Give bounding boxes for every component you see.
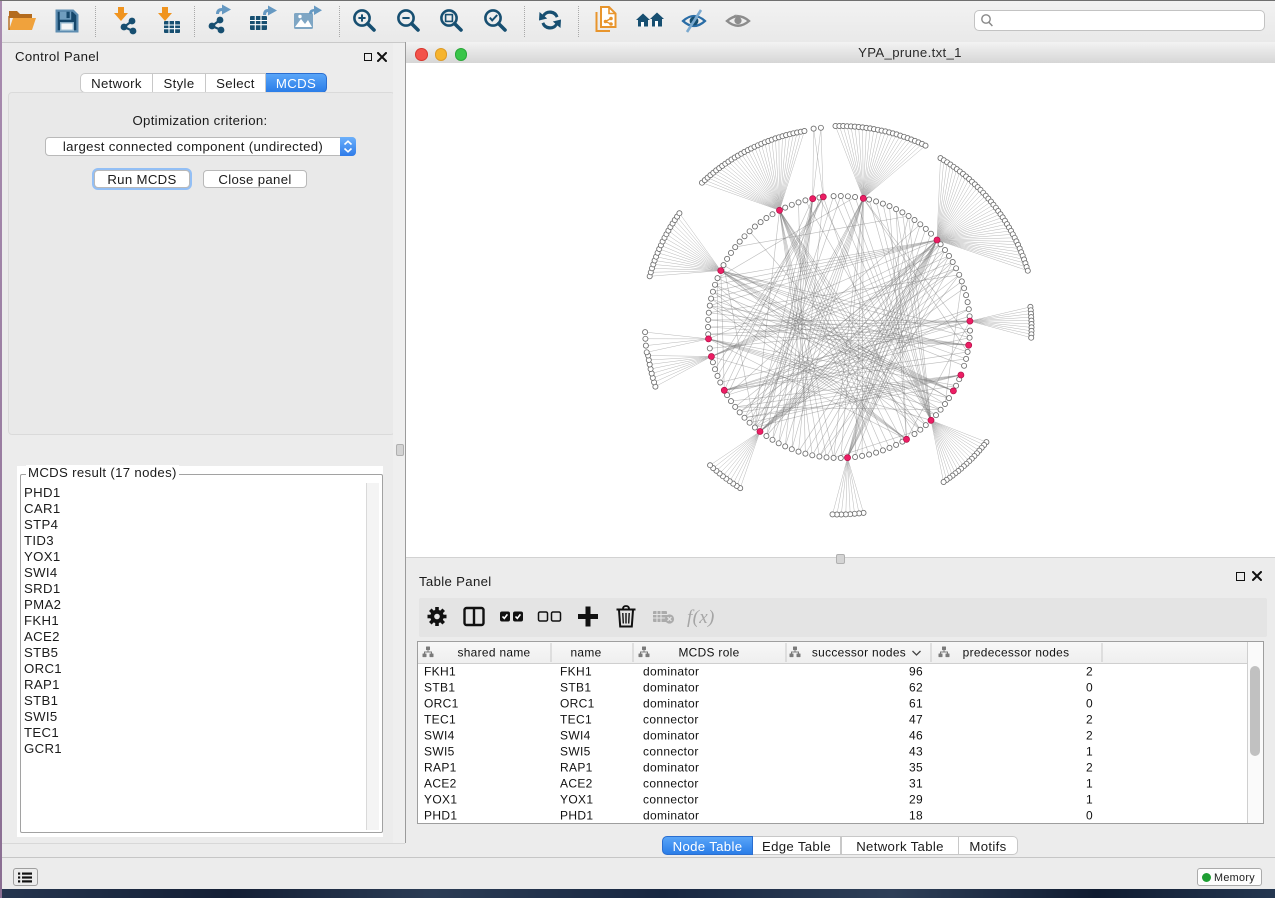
svg-text:YOX1: YOX1	[560, 792, 593, 806]
svg-text:1: 1	[1086, 776, 1093, 790]
svg-text:46: 46	[909, 728, 923, 742]
svg-text:dominator: dominator	[643, 760, 699, 774]
svg-text:dominator: dominator	[643, 808, 699, 822]
svg-text:FKH1: FKH1	[560, 664, 592, 678]
svg-text:predecessor nodes: predecessor nodes	[963, 646, 1070, 660]
svg-text:SWI5: SWI5	[560, 744, 591, 758]
svg-text:ACE2: ACE2	[560, 776, 593, 790]
svg-text:1: 1	[1086, 744, 1093, 758]
svg-text:successor nodes: successor nodes	[812, 646, 906, 660]
svg-text:ORC1: ORC1	[424, 696, 459, 710]
svg-text:SWI4: SWI4	[424, 728, 455, 742]
svg-text:TEC1: TEC1	[560, 712, 592, 726]
svg-text:YOX1: YOX1	[424, 792, 457, 806]
svg-text:0: 0	[1086, 808, 1093, 822]
svg-text:0: 0	[1086, 696, 1093, 710]
svg-text:MCDS role: MCDS role	[678, 646, 739, 660]
svg-text:18: 18	[909, 808, 923, 822]
svg-text:ACE2: ACE2	[424, 776, 457, 790]
svg-text:dominator: dominator	[643, 664, 699, 678]
svg-text:35: 35	[909, 760, 923, 774]
svg-text:2: 2	[1086, 664, 1093, 678]
svg-text:connector: connector	[643, 744, 699, 758]
svg-text:SWI5: SWI5	[424, 744, 455, 758]
svg-text:61: 61	[909, 696, 923, 710]
svg-text:f(x): f(x)	[687, 607, 715, 628]
svg-text:29: 29	[909, 792, 923, 806]
svg-text:2: 2	[1086, 728, 1093, 742]
svg-text:RAP1: RAP1	[560, 760, 593, 774]
svg-text:dominator: dominator	[643, 696, 699, 710]
svg-text:shared name: shared name	[457, 646, 530, 660]
svg-text:TEC1: TEC1	[424, 712, 456, 726]
svg-text:connector: connector	[643, 792, 699, 806]
svg-text:96: 96	[909, 664, 923, 678]
svg-text:PHD1: PHD1	[560, 808, 593, 822]
svg-text:43: 43	[909, 744, 923, 758]
svg-text:0: 0	[1086, 680, 1093, 694]
svg-text:47: 47	[909, 712, 923, 726]
svg-text:SWI4: SWI4	[560, 728, 591, 742]
svg-text:PHD1: PHD1	[424, 808, 457, 822]
svg-text:connector: connector	[643, 712, 699, 726]
svg-text:RAP1: RAP1	[424, 760, 457, 774]
svg-text:dominator: dominator	[643, 680, 699, 694]
svg-text:1: 1	[1086, 792, 1093, 806]
svg-text:62: 62	[909, 680, 923, 694]
svg-text:name: name	[570, 646, 601, 660]
svg-text:ORC1: ORC1	[560, 696, 595, 710]
svg-text:dominator: dominator	[643, 728, 699, 742]
svg-text:STB1: STB1	[560, 680, 591, 694]
svg-text:connector: connector	[643, 776, 699, 790]
svg-text:STB1: STB1	[424, 680, 455, 694]
svg-text:FKH1: FKH1	[424, 664, 456, 678]
svg-text:31: 31	[909, 776, 923, 790]
svg-text:2: 2	[1086, 712, 1093, 726]
svg-text:2: 2	[1086, 760, 1093, 774]
